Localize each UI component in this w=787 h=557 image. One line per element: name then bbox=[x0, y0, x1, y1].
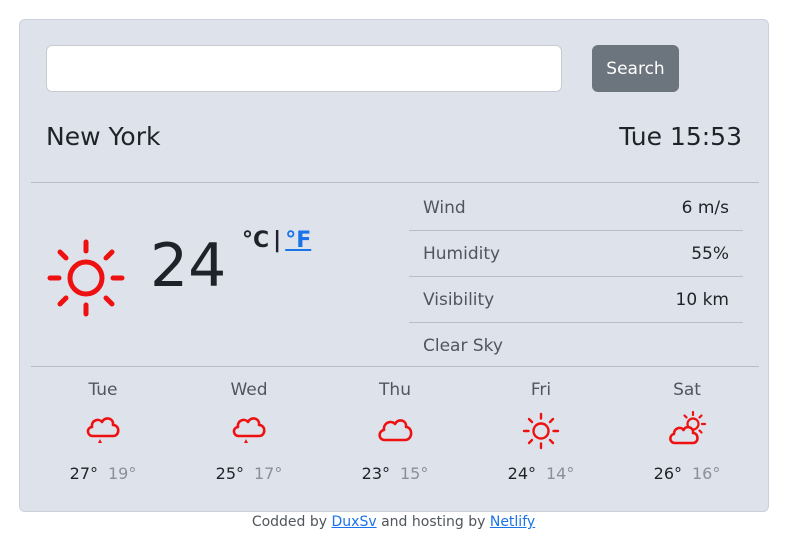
forecast-min-temp: 19° bbox=[108, 464, 137, 483]
detail-row-wind: Wind 6 m/s bbox=[409, 185, 743, 231]
detail-row-humidity: Humidity 55% bbox=[409, 231, 743, 277]
sun-icon bbox=[47, 239, 125, 317]
detail-value: 6 m/s bbox=[681, 197, 729, 218]
author-link[interactable]: DuxSv bbox=[332, 514, 377, 530]
sun-icon bbox=[522, 412, 560, 450]
forecast-max-temp: 27° bbox=[69, 464, 98, 483]
forecast-day: Thu 23° 15° bbox=[322, 378, 468, 498]
forecast-max-temp: 23° bbox=[361, 464, 390, 483]
forecast-temps: 27° 19° bbox=[70, 464, 137, 483]
partly-cloudy-icon bbox=[669, 410, 707, 445]
unit-celsius[interactable]: °C bbox=[242, 228, 269, 253]
host-link[interactable]: Netlify bbox=[490, 514, 535, 530]
forecast-min-temp: 16° bbox=[692, 464, 721, 483]
detail-label: Humidity bbox=[423, 243, 501, 264]
divider bbox=[31, 182, 759, 183]
footer-text: Codded by bbox=[251, 514, 328, 530]
forecast-day: Wed 25° 17° bbox=[176, 378, 322, 498]
weather-description: Clear Sky bbox=[423, 336, 503, 356]
forecast-max-temp: 26° bbox=[653, 464, 682, 483]
unit-toggle: °C | °F bbox=[242, 228, 311, 253]
detail-value: 10 km bbox=[675, 289, 729, 310]
current-temperature: 24 bbox=[150, 231, 227, 301]
detail-value: 55% bbox=[691, 243, 729, 264]
forecast-temps: 24° 14° bbox=[508, 464, 575, 483]
forecast-day-name: Tue bbox=[88, 380, 118, 400]
forecast-list: Tue 27° 19° Wed 25° 17° Thu 23° 15° Fri … bbox=[30, 378, 760, 498]
forecast-min-temp: 17° bbox=[254, 464, 283, 483]
forecast-day: Fri 24° 14° bbox=[468, 378, 614, 498]
detail-row-description: Clear Sky bbox=[409, 323, 743, 369]
cloud-icon bbox=[378, 419, 413, 442]
footer: Codded by DuxSv and hosting by Netlify bbox=[0, 514, 787, 530]
forecast-max-temp: 24° bbox=[507, 464, 536, 483]
detail-label: Visibility bbox=[423, 289, 495, 310]
search-input[interactable] bbox=[46, 45, 562, 92]
forecast-temps: 25° 17° bbox=[216, 464, 283, 483]
cloud-drizzle-icon bbox=[86, 417, 120, 443]
divider bbox=[31, 366, 759, 367]
date-time: Tue 15:53 bbox=[619, 122, 742, 151]
search-button[interactable]: Search bbox=[592, 45, 679, 92]
forecast-min-temp: 15° bbox=[400, 464, 429, 483]
forecast-temps: 23° 15° bbox=[362, 464, 429, 483]
forecast-day-name: Wed bbox=[230, 380, 268, 400]
footer-text: and hosting by bbox=[381, 514, 486, 530]
forecast-day-name: Sat bbox=[673, 380, 701, 400]
forecast-day: Tue 27° 19° bbox=[30, 378, 176, 498]
forecast-min-temp: 14° bbox=[546, 464, 575, 483]
cloud-drizzle-icon bbox=[232, 417, 266, 443]
forecast-temps: 26° 16° bbox=[654, 464, 721, 483]
city-name: New York bbox=[46, 122, 161, 151]
unit-fahrenheit-link[interactable]: °F bbox=[285, 228, 311, 253]
forecast-day-name: Fri bbox=[530, 380, 552, 400]
detail-row-visibility: Visibility 10 km bbox=[409, 277, 743, 323]
weather-details: Wind 6 m/s Humidity 55% Visibility 10 km… bbox=[409, 185, 743, 369]
forecast-day: Sat 26° 16° bbox=[614, 378, 760, 498]
weather-card: Search New York Tue 15:53 24 °C | °F Wind … bbox=[19, 19, 769, 512]
detail-label: Wind bbox=[423, 197, 466, 218]
unit-separator: | bbox=[273, 228, 282, 253]
forecast-max-temp: 25° bbox=[215, 464, 244, 483]
forecast-day-name: Thu bbox=[379, 380, 411, 400]
